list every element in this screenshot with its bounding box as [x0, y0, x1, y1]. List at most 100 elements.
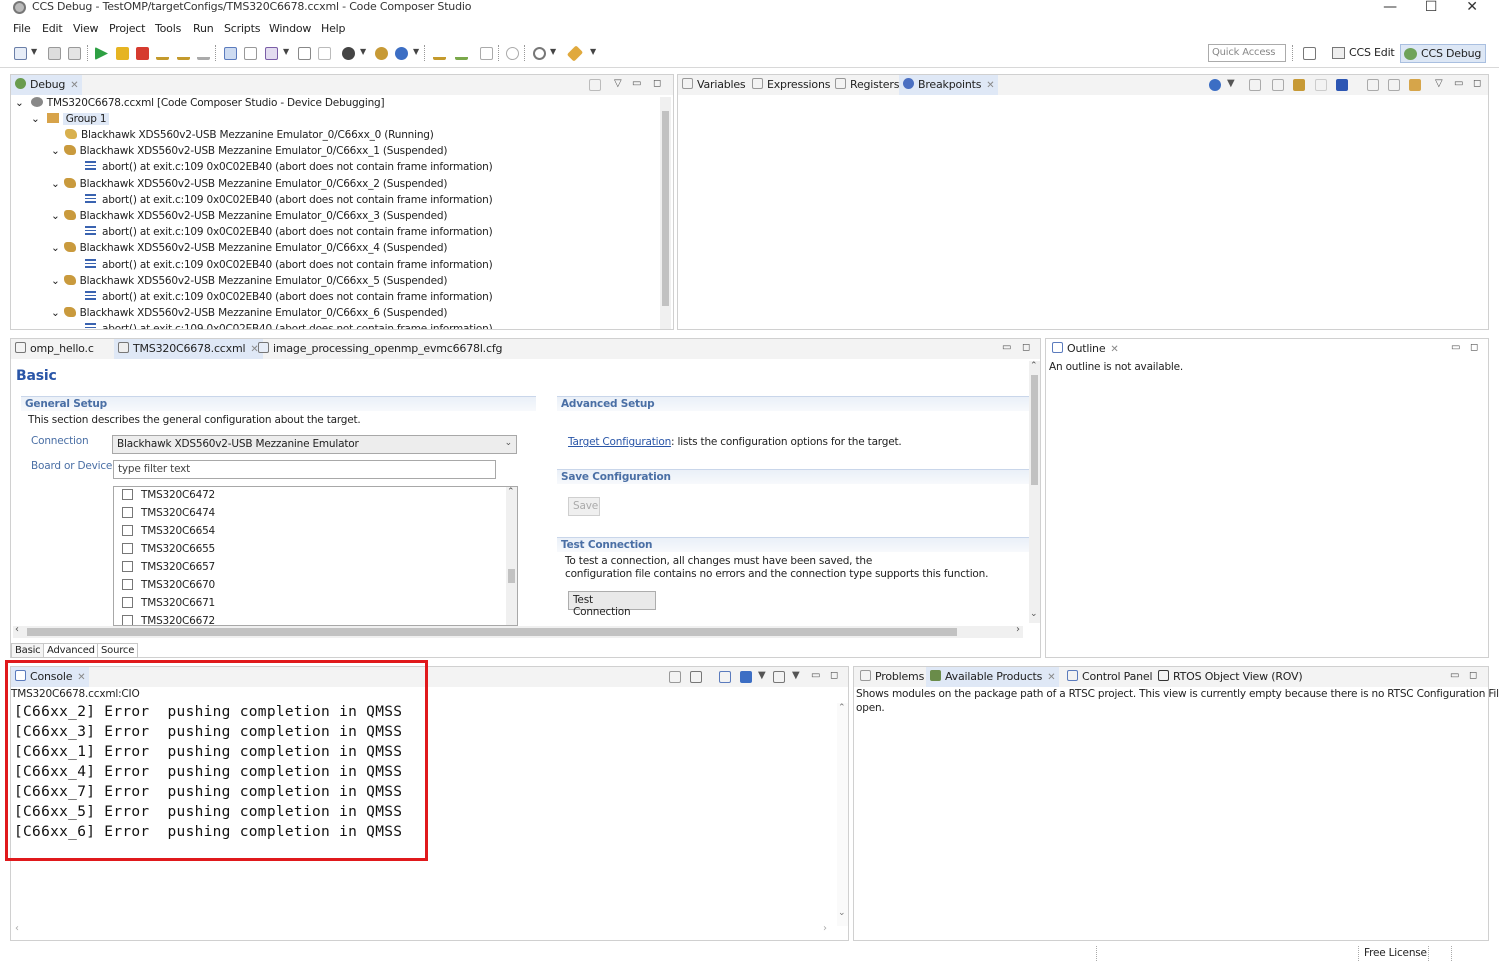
assembly-step-into-icon[interactable] — [433, 47, 446, 60]
new-icon[interactable] — [14, 47, 27, 60]
minimize-view-icon[interactable]: ▭ — [1002, 342, 1011, 353]
device-checkbox[interactable] — [122, 543, 133, 554]
target-configuration-link[interactable]: Target Configuration — [568, 436, 671, 448]
save-button[interactable]: Save — [568, 497, 600, 516]
maximize-view-icon[interactable]: ◻ — [1022, 342, 1030, 353]
close-button[interactable]: ✕ — [1457, 0, 1487, 15]
restart-icon[interactable] — [298, 47, 311, 60]
quick-access-field[interactable]: Quick Access — [1208, 44, 1286, 62]
tab-expressions[interactable]: Expressions — [748, 75, 834, 95]
run-icon[interactable] — [395, 47, 408, 60]
connection-select[interactable]: Blackhawk XDS560v2-USB Mezzanine Emulato… — [112, 435, 517, 454]
paste-icon[interactable] — [690, 671, 702, 683]
menu-project[interactable]: Project — [109, 22, 145, 35]
device-list-item[interactable]: TMS320C6472 — [122, 489, 215, 505]
maximize-button[interactable]: ☐ — [1416, 0, 1446, 15]
minimize-view-icon[interactable]: ▭ — [811, 670, 820, 681]
scroll-left-icon[interactable]: ‹ — [15, 923, 19, 934]
open-perspective-icon[interactable] — [1303, 47, 1316, 60]
scroll-left-icon[interactable]: ‹ — [15, 624, 19, 635]
debug-core-row[interactable]: ⌄ Blackhawk XDS560v2-USB Mezzanine Emulat… — [51, 307, 447, 323]
stack-frame-row[interactable]: abort() at exit.c:109 0x0C02EB40 (abort … — [85, 193, 493, 210]
disconnect-icon[interactable] — [244, 47, 257, 60]
menu-edit[interactable]: Edit — [42, 22, 63, 35]
memory-icon[interactable] — [480, 47, 493, 60]
device-checkbox[interactable] — [122, 561, 133, 572]
editor-hscrollbar[interactable]: ‹ › — [13, 624, 1023, 638]
save-icon[interactable] — [48, 47, 61, 60]
menu-help[interactable]: Help — [321, 22, 345, 35]
close-icon[interactable]: ✕ — [1110, 344, 1118, 355]
scroll-down-icon[interactable]: ⌄ — [838, 908, 846, 918]
tab-ccxml[interactable]: TMS320C6678.ccxml ✕ — [114, 339, 263, 359]
maximize-view-icon[interactable]: ◻ — [1470, 342, 1478, 353]
build-icon[interactable] — [375, 47, 388, 60]
tab-available-products[interactable]: Available Products ✕ — [926, 667, 1060, 687]
menu-file[interactable]: File — [13, 22, 31, 35]
menu-run[interactable]: Run — [193, 22, 214, 35]
device-list-scrollbar[interactable]: ⌃ — [506, 487, 517, 625]
go-to-file-icon[interactable] — [1315, 79, 1327, 91]
tree-group[interactable]: ⌄ Group 1 — [31, 113, 110, 129]
stack-frame-row[interactable]: abort() at exit.c:109 0x0C02EB40 (abort … — [85, 291, 493, 307]
menu-tools[interactable]: Tools — [155, 22, 181, 35]
debug-icon[interactable] — [342, 47, 355, 60]
debug-core-row[interactable]: ⌄ Blackhawk XDS560v2-USB Mezzanine Emulat… — [51, 274, 447, 291]
device-list-scroll-thumb[interactable] — [508, 569, 515, 583]
view-menu-icon[interactable]: ▽ — [1435, 78, 1443, 89]
device-list-item[interactable]: TMS320C6654 — [122, 525, 215, 541]
tab-registers[interactable]: Registers — [831, 75, 903, 95]
debug-scroll-thumb[interactable] — [662, 111, 669, 306]
menu-window[interactable]: Window — [269, 22, 311, 35]
menu-view[interactable]: View — [73, 22, 99, 35]
stack-frame-row[interactable]: abort() at exit.c:109 0x0C02EB40 (abort … — [85, 323, 493, 329]
minimize-view-icon[interactable]: ▭ — [1450, 670, 1459, 681]
close-icon[interactable]: ✕ — [70, 80, 78, 91]
tab-outline[interactable]: Outline ✕ — [1048, 339, 1123, 359]
minimize-view-icon[interactable]: ▭ — [1451, 342, 1460, 353]
scroll-right-icon[interactable]: › — [823, 923, 827, 934]
tab-control-panel[interactable]: Control Panel — [1063, 667, 1156, 687]
editor-vscrollbar[interactable]: ⌃ ⌄ — [1029, 361, 1040, 623]
tab-problems[interactable]: Problems — [856, 667, 928, 687]
scroll-up-icon[interactable]: ⌃ — [838, 703, 846, 713]
reset-icon[interactable] — [318, 47, 331, 60]
device-list-item[interactable]: TMS320C6671 — [122, 597, 215, 613]
maximize-view-icon[interactable]: ◻ — [1469, 670, 1477, 681]
debug-scrollbar[interactable] — [660, 97, 671, 329]
remove-breakpoint-icon[interactable] — [1249, 79, 1261, 91]
debug-core-row[interactable]: Blackhawk XDS560v2-USB Mezzanine Emulato… — [65, 129, 434, 145]
terminate-icon[interactable] — [136, 47, 149, 60]
collapse-all-icon[interactable] — [1388, 79, 1400, 91]
debug-dropdown-icon[interactable]: ▼ — [360, 47, 366, 56]
step-into-icon[interactable] — [156, 47, 169, 60]
new-breakpoint-icon[interactable] — [1209, 79, 1221, 91]
group-by-icon[interactable] — [1409, 79, 1421, 91]
test-connection-button[interactable]: Test Connection — [568, 591, 656, 618]
editor-tab-source[interactable]: Source — [97, 643, 139, 658]
perspective-ccs-edit[interactable]: CCS Edit — [1329, 44, 1399, 63]
tab-variables[interactable]: Variables — [678, 75, 749, 95]
stack-frame-row[interactable]: abort() at exit.c:109 0x0C02EB40 (abort … — [85, 226, 493, 242]
console-scrollbar[interactable]: ⌃ ⌄ — [837, 703, 848, 926]
stack-frame-row[interactable]: abort() at exit.c:109 0x0C02EB40 (abort … — [85, 161, 493, 177]
device-list-item[interactable]: TMS320C6655 — [122, 543, 215, 559]
stack-frame-row[interactable]: abort() at exit.c:109 0x0C02EB40 (abort … — [85, 258, 493, 275]
step-over-icon[interactable] — [177, 47, 190, 60]
device-checkbox[interactable] — [122, 507, 133, 518]
device-checkbox[interactable] — [122, 615, 133, 625]
assembly-step-over-icon[interactable] — [455, 47, 468, 60]
skip-breakpoints-icon[interactable] — [1293, 79, 1305, 91]
menu-scripts[interactable]: Scripts — [224, 22, 260, 35]
scroll-down-icon[interactable]: ⌄ — [1030, 609, 1038, 619]
breakpoint-dropdown-icon[interactable]: ▼ — [1227, 78, 1235, 89]
device-checkbox[interactable] — [122, 579, 133, 590]
maximize-view-icon[interactable]: ◻ — [830, 670, 838, 681]
minimize-view-icon[interactable]: ▭ — [1454, 78, 1463, 89]
license-status[interactable]: Free License — [1364, 947, 1427, 959]
editor-tab-basic[interactable]: Basic — [11, 643, 45, 658]
tab-debug[interactable]: Debug ✕ — [11, 75, 83, 95]
device-checkbox[interactable] — [122, 597, 133, 608]
step-return-icon[interactable] — [197, 47, 210, 60]
open-console-icon[interactable] — [719, 671, 731, 683]
